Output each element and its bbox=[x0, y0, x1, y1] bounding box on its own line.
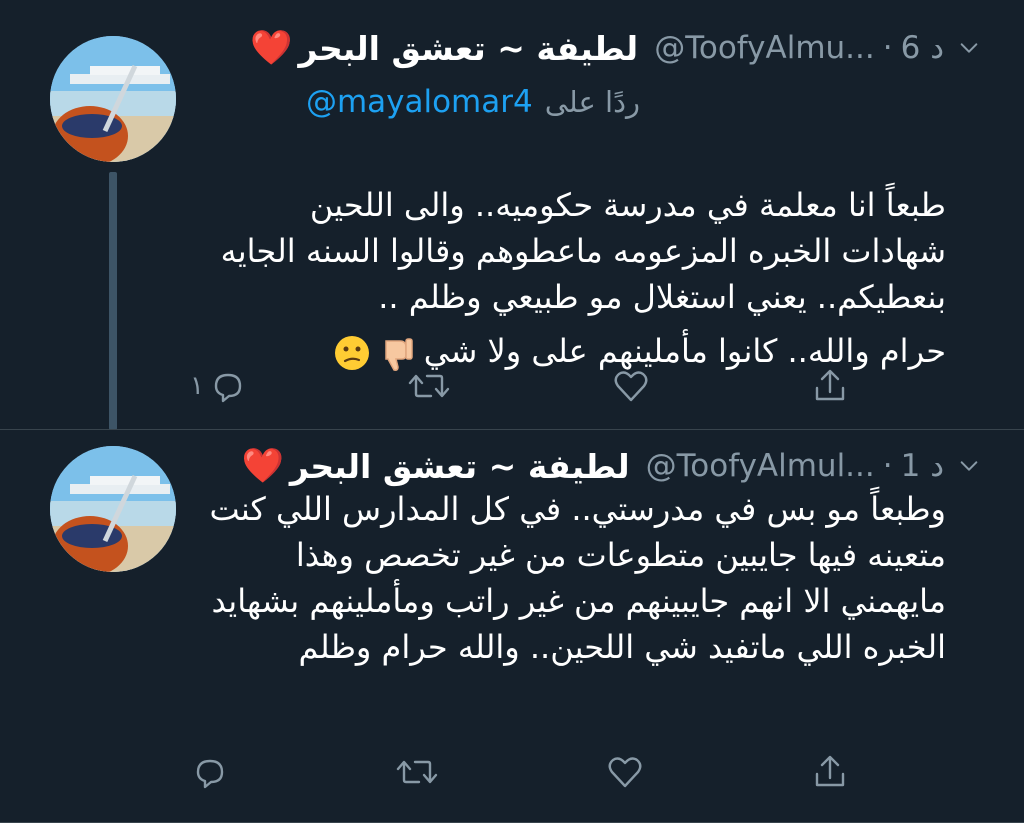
user-handle[interactable]: @ToofyAlmu... bbox=[654, 30, 875, 66]
share-icon[interactable] bbox=[810, 366, 850, 406]
red-heart-emoji: ❤️ bbox=[241, 446, 284, 486]
like-button[interactable] bbox=[611, 366, 651, 406]
share-button[interactable] bbox=[810, 752, 850, 792]
tweet-header: ❤️ لطيفة ~ تعشق البحر @ToofyAlmul... · 1… bbox=[242, 446, 980, 486]
reply-handle-link[interactable]: @mayalomar4 bbox=[306, 84, 533, 120]
retweet-button[interactable] bbox=[395, 752, 439, 792]
separator-dot: · bbox=[882, 448, 893, 484]
display-name[interactable]: لطيفة ~ تعشق البحر bbox=[290, 447, 630, 486]
timestamp[interactable]: 1 د bbox=[901, 448, 944, 484]
heart-outline-icon[interactable] bbox=[611, 366, 651, 406]
speech-bubble-icon[interactable] bbox=[190, 752, 230, 792]
tweet-text-main: طبعاً انا معلمة في مدرسة حكوميه.. والى ا… bbox=[220, 186, 946, 316]
tweet[interactable]: ❤️ لطيفة ~ تعشق البحر @ToofyAlmu... · 6 … bbox=[0, 0, 1024, 430]
retweet-icon[interactable] bbox=[395, 752, 439, 792]
display-name[interactable]: لطيفة ~ تعشق البحر bbox=[298, 29, 638, 68]
retweet-button[interactable] bbox=[407, 366, 451, 406]
tweet-actions bbox=[190, 750, 850, 794]
tweet-header: ❤️ لطيفة ~ تعشق البحر @ToofyAlmu... · 6 … bbox=[250, 28, 980, 68]
heart-outline-icon[interactable] bbox=[605, 752, 645, 792]
thread-line bbox=[109, 172, 117, 430]
timestamp[interactable]: 6 د bbox=[901, 30, 944, 66]
tweet[interactable]: ❤️ لطيفة ~ تعشق البحر @ToofyAlmul... · 1… bbox=[0, 430, 1024, 823]
replying-to: @mayalomar4 ردًا على bbox=[306, 80, 640, 124]
speech-bubble-icon[interactable] bbox=[208, 366, 248, 406]
chevron-down-icon[interactable] bbox=[958, 37, 980, 59]
avatar[interactable] bbox=[50, 36, 176, 162]
reply-count: ١ bbox=[190, 371, 204, 401]
share-icon[interactable] bbox=[810, 752, 850, 792]
share-button[interactable] bbox=[810, 366, 850, 406]
avatar[interactable] bbox=[50, 446, 176, 572]
user-handle[interactable]: @ToofyAlmul... bbox=[646, 448, 875, 484]
reply-label: ردًا على bbox=[544, 85, 640, 119]
separator-dot: · bbox=[882, 30, 893, 66]
reply-button[interactable]: ١ bbox=[190, 366, 248, 406]
chevron-down-icon[interactable] bbox=[958, 455, 980, 477]
like-button[interactable] bbox=[605, 752, 645, 792]
reply-button[interactable] bbox=[190, 752, 230, 792]
red-heart-emoji: ❤️ bbox=[250, 28, 293, 68]
retweet-icon[interactable] bbox=[407, 366, 451, 406]
tweet-text: وطبعاً مو بس في مدرستي.. في كل المدارس ا… bbox=[209, 490, 946, 666]
tweet-actions: ١ bbox=[190, 364, 850, 408]
